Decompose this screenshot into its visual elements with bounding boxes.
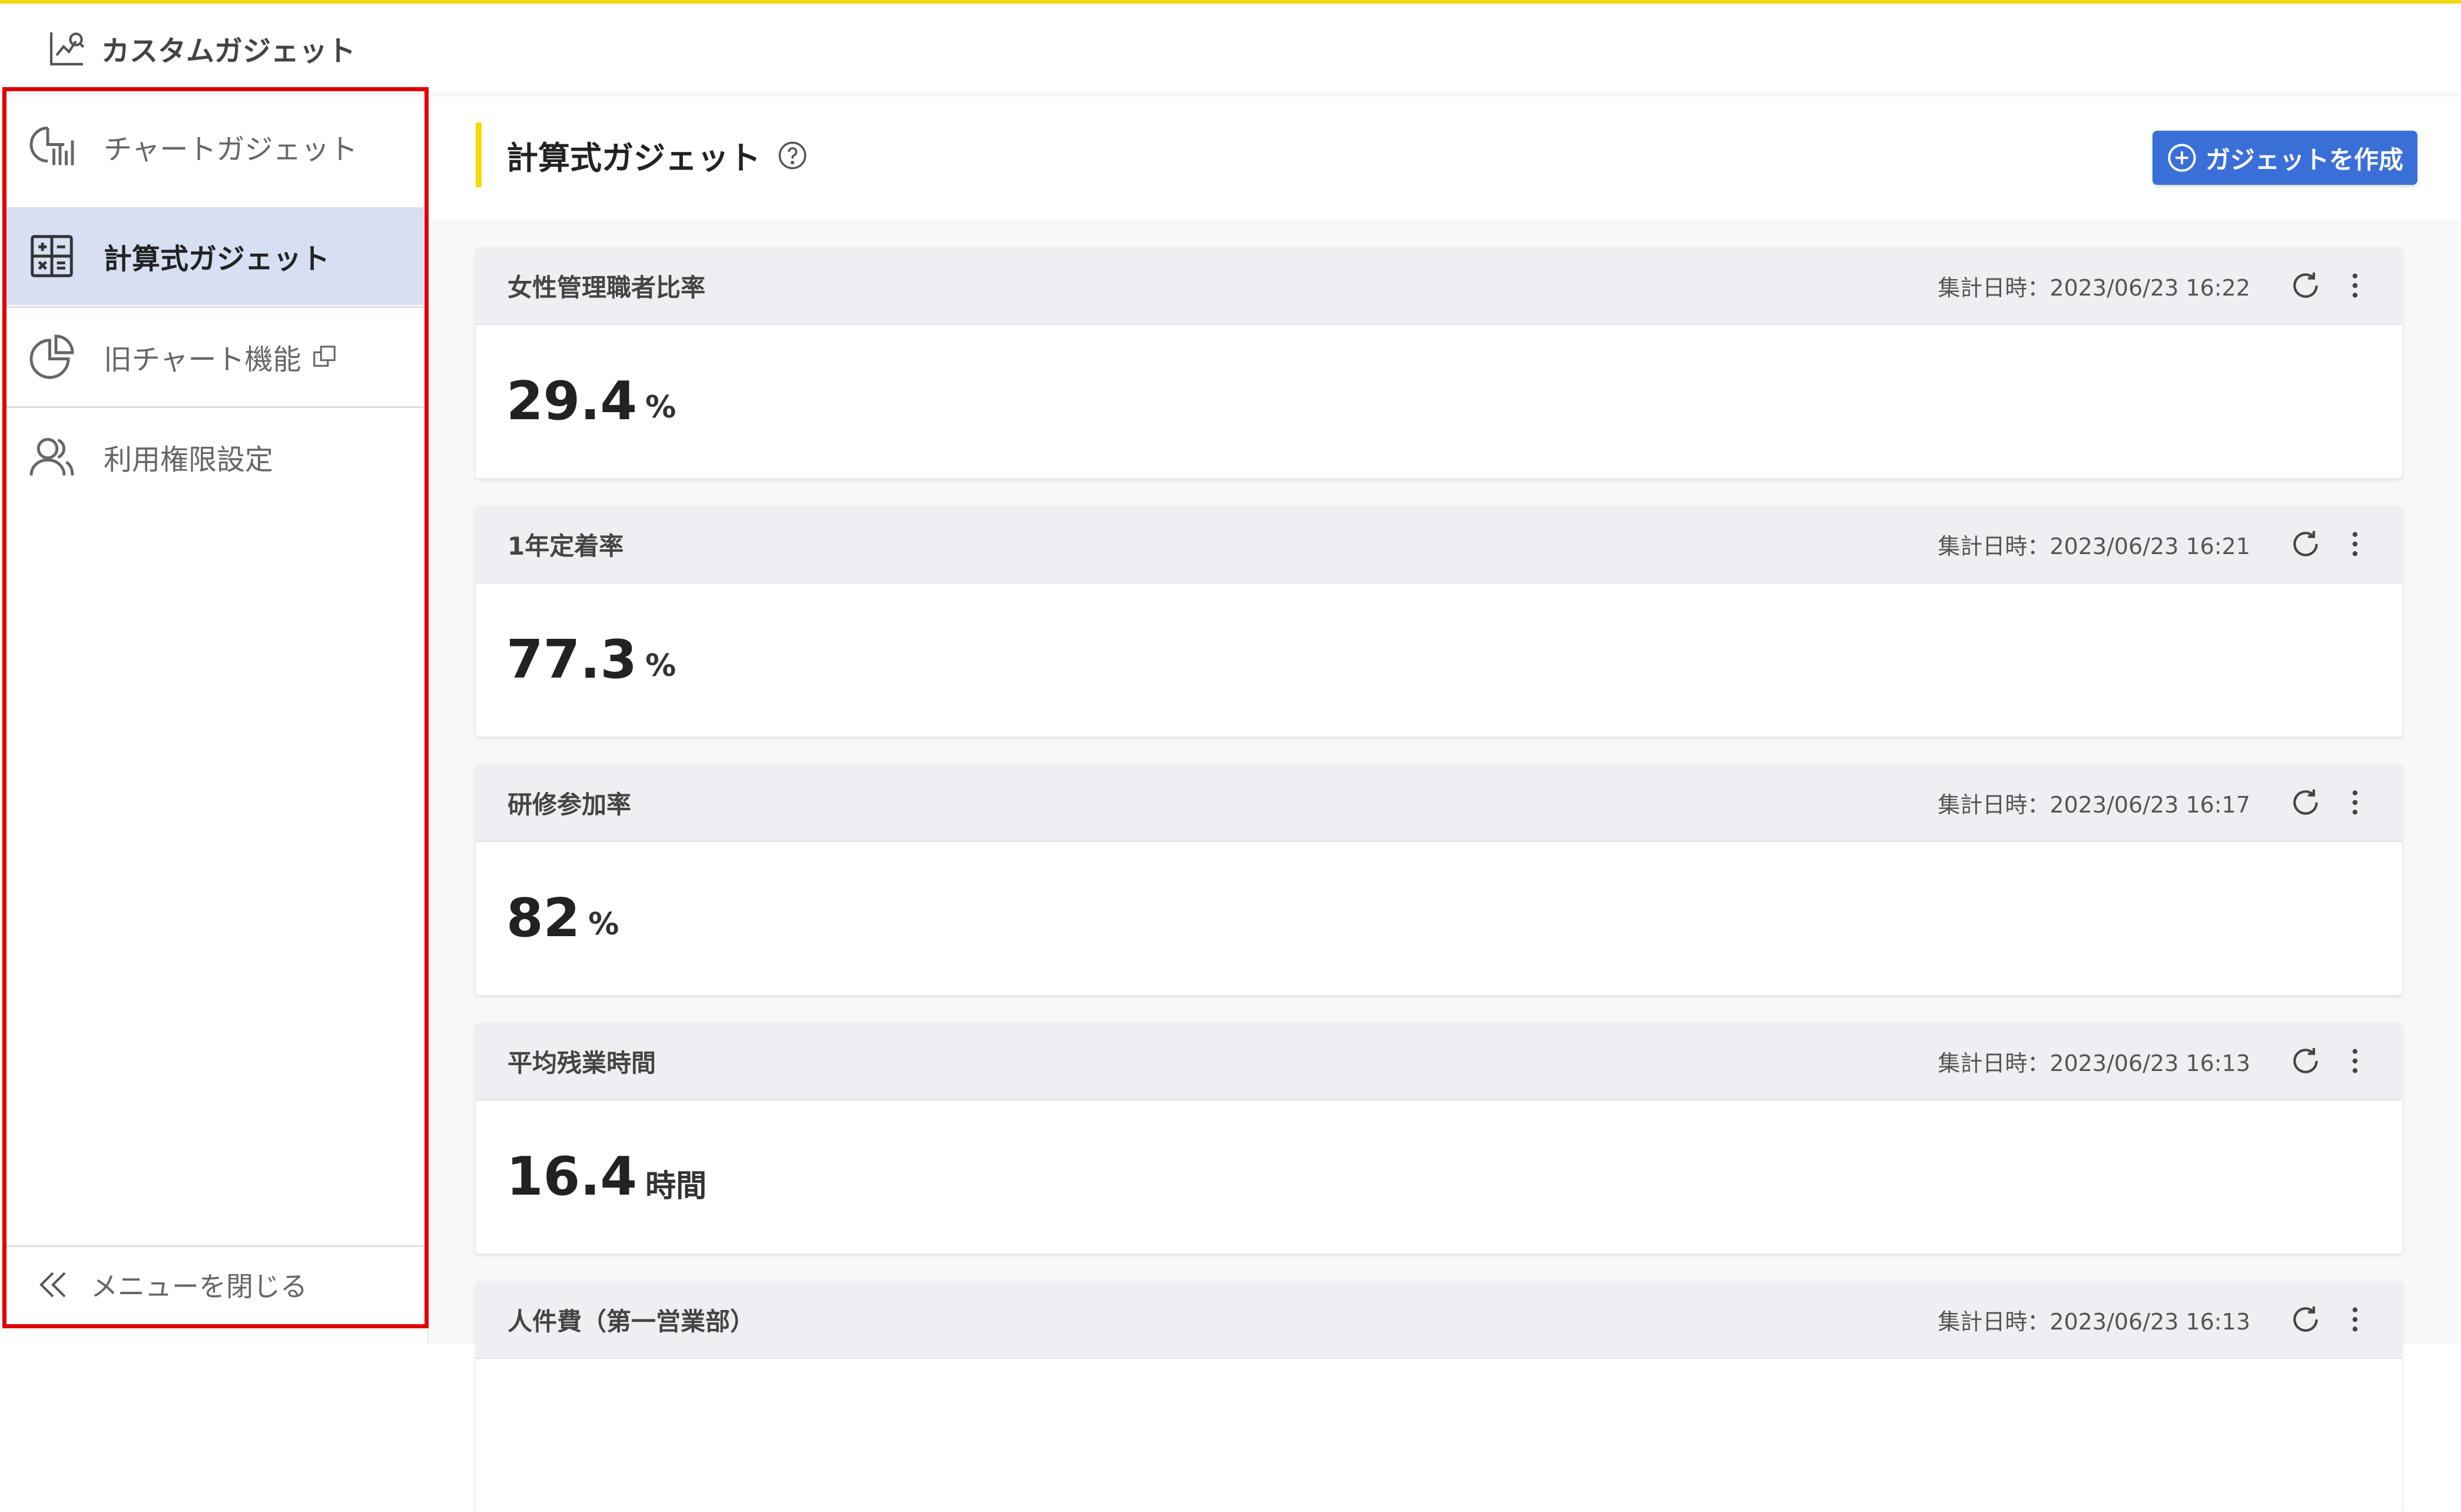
refresh-icon[interactable] [2289, 1303, 2322, 1336]
aggregation-time: 集計日時：2023/06/23 16:21 [1938, 533, 2250, 559]
gadget-card-header: 研修参加率 集計日時：2023/06/23 16:17 [476, 764, 2402, 842]
refresh-icon[interactable] [2289, 786, 2322, 819]
main-content: 計算式ガジェット ガジェットを作成 女性管理職者比率 集計日時：2023/06/… [430, 93, 2461, 1512]
aggregation-time: 集計日時：2023/06/23 16:13 [1938, 1050, 2250, 1076]
gadget-card-header: 人件費（第一営業部） 集計日時：2023/06/23 16:13 [476, 1281, 2402, 1359]
gadget-card: 女性管理職者比率 集計日時：2023/06/23 16:22 29.4 % [476, 247, 2402, 478]
more-vertical-icon[interactable] [2349, 1303, 2361, 1336]
custom-gadget-logo-icon [49, 32, 85, 66]
app-header: カスタムガジェット [0, 4, 2461, 93]
pie-chart-icon [27, 332, 77, 382]
close-menu-label: メニューを閉じる [91, 1270, 307, 1302]
gadget-card-body: 29.4 % [476, 325, 2402, 477]
plus-circle-icon [2168, 144, 2196, 172]
gadget-value: 29.4 [506, 370, 638, 432]
more-vertical-icon[interactable] [2349, 269, 2361, 302]
gadget-title: 平均残業時間 [508, 1048, 656, 1077]
sidebar-item-chart-gadget[interactable]: チャートガジェット [6, 98, 424, 195]
gadget-title: 1年定着率 [508, 531, 624, 561]
gadget-card: 1年定着率 集計日時：2023/06/23 16:21 77.3 % [476, 506, 2402, 737]
external-link-icon [313, 346, 336, 367]
heading-accent-bar [476, 122, 482, 187]
gadget-card-body: 16.4 時間 [476, 1100, 2402, 1252]
refresh-icon[interactable] [2289, 528, 2322, 561]
help-icon[interactable] [777, 140, 808, 171]
more-vertical-icon[interactable] [2349, 528, 2361, 561]
double-chevron-left-icon [39, 1272, 66, 1297]
refresh-icon[interactable] [2289, 1045, 2322, 1077]
sidebar-item-label: チャートガジェット [104, 133, 358, 166]
sidebar-item-calc-gadget[interactable]: 計算式ガジェット [6, 207, 424, 305]
sidebar: チャートガジェット 計算式ガジェット 旧チャート機能 利用権限設定 メニューを閉… [0, 93, 429, 1344]
sidebar-item-label: 利用権限設定 [104, 443, 274, 476]
gadget-card-body: 77.3 % [476, 583, 2402, 735]
gadget-card: 平均残業時間 集計日時：2023/06/23 16:13 16.4 時間 [476, 1023, 2402, 1254]
gadget-card: 人件費（第一営業部） 集計日時：2023/06/23 16:13 [476, 1281, 2402, 1512]
gadget-title: 研修参加率 [508, 790, 632, 819]
gadget-value: 82 [506, 887, 581, 949]
page-header: 計算式ガジェット ガジェットを作成 [430, 93, 2461, 220]
close-menu-button[interactable]: メニューを閉じる [6, 1245, 424, 1322]
gadget-unit: % [645, 390, 676, 425]
gadget-title: 人件費（第一営業部） [508, 1307, 755, 1336]
page-title: 計算式ガジェット [506, 132, 808, 178]
refresh-icon[interactable] [2289, 269, 2322, 302]
aggregation-time: 集計日時：2023/06/23 16:17 [1938, 791, 2250, 818]
gadget-value: 16.4 [506, 1145, 638, 1208]
gadget-value: 77.3 [506, 628, 638, 691]
gadget-card-header: 1年定着率 集計日時：2023/06/23 16:21 [476, 506, 2402, 583]
aggregation-time: 集計日時：2023/06/23 16:13 [1938, 1308, 2250, 1335]
create-gadget-button[interactable]: ガジェットを作成 [2152, 131, 2417, 185]
more-vertical-icon[interactable] [2349, 786, 2361, 819]
sidebar-item-label: 計算式ガジェット [104, 243, 330, 276]
gadget-title: 女性管理職者比率 [508, 273, 706, 302]
gadget-unit: 時間 [645, 1168, 707, 1204]
gadget-card: 研修参加率 集計日時：2023/06/23 16:17 82 % [476, 764, 2402, 995]
create-gadget-label: ガジェットを作成 [2205, 145, 2403, 174]
calculator-icon [27, 231, 77, 281]
aggregation-time: 集計日時：2023/06/23 16:22 [1938, 274, 2250, 301]
users-icon [27, 432, 77, 482]
more-vertical-icon[interactable] [2349, 1045, 2361, 1077]
sidebar-item-label: 旧チャート機能 [104, 343, 301, 376]
gadget-card-body: 82 % [476, 842, 2402, 994]
sidebar-item-permissions[interactable]: 利用権限設定 [6, 408, 424, 506]
app-title: カスタムガジェット [101, 35, 356, 68]
chart-gadget-icon [27, 122, 77, 171]
gadget-unit: % [645, 648, 676, 684]
gadget-card-header: 平均残業時間 集計日時：2023/06/23 16:13 [476, 1023, 2402, 1100]
gadget-unit: % [588, 907, 619, 942]
sidebar-item-old-chart[interactable]: 旧チャート機能 [6, 308, 424, 406]
gadget-card-header: 女性管理職者比率 集計日時：2023/06/23 16:22 [476, 247, 2402, 325]
